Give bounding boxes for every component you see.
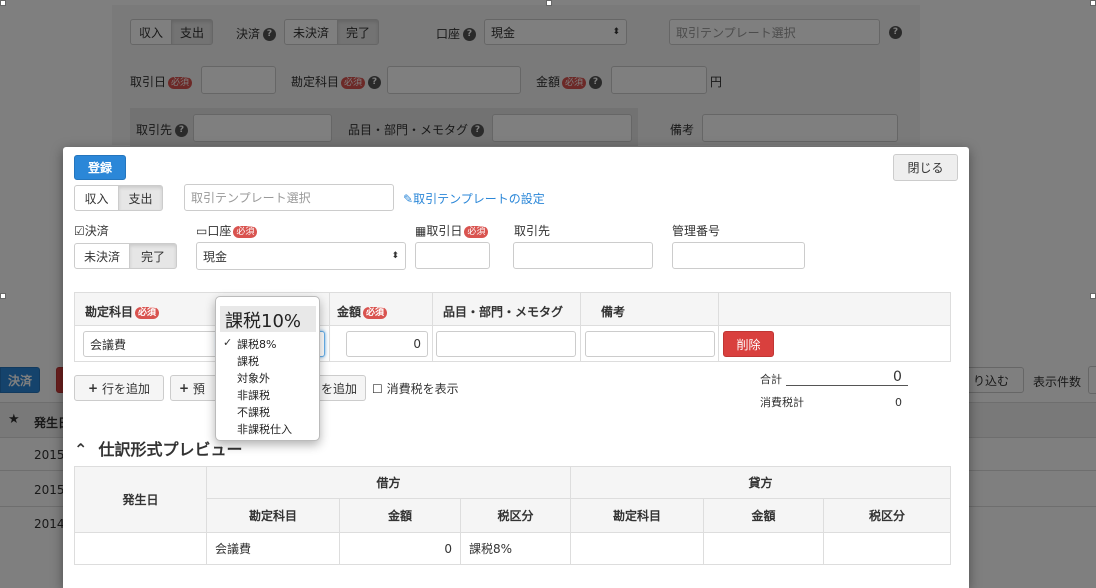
preview-debit-header: 借方 <box>206 466 571 499</box>
total-label: 合計 <box>760 373 782 386</box>
mgmt-number-label: 管理番号 <box>672 224 721 238</box>
mgmt-number-input[interactable] <box>672 242 805 269</box>
preview-sub-header: 勘定科目 <box>570 498 704 533</box>
preview-cell <box>74 532 207 565</box>
preview-cell <box>703 532 824 565</box>
amount-header: 金額 必須 <box>337 303 388 320</box>
preview-cell <box>570 532 704 565</box>
resize-handle[interactable] <box>546 0 552 6</box>
tax-dropdown-title: 課税10% <box>225 311 302 332</box>
memo-header: 備考 <box>601 305 626 319</box>
preview-sub-header: 金額 <box>339 498 461 533</box>
total-value: 0 <box>893 369 902 385</box>
resize-handle[interactable] <box>1090 0 1096 6</box>
partner-input[interactable] <box>513 242 653 269</box>
divider <box>786 385 908 386</box>
check-icon: ✓ <box>223 336 233 349</box>
tax-option[interactable]: 不課税 <box>237 404 270 420</box>
tax-option[interactable]: 非課税 <box>237 387 270 403</box>
tax-option[interactable]: 非課税仕入 <box>237 421 292 437</box>
template-select[interactable]: 取引テンプレート選択 <box>184 184 394 211</box>
checkbox-icon: ☑ <box>74 224 85 238</box>
resize-handle[interactable] <box>0 0 6 6</box>
entry-table: 勘定科目 必須 金額 必須 品目・部門・メモタグ 備考 会議費 0 削除 <box>74 292 951 362</box>
item-tag-input[interactable] <box>436 331 576 357</box>
type-toggle[interactable]: 収入 支出 <box>74 185 163 211</box>
account-label: ▭口座 必須 <box>196 222 258 239</box>
divider <box>329 293 330 361</box>
unsettled-button[interactable]: 未決済 <box>74 243 130 269</box>
divider <box>580 293 581 361</box>
income-button[interactable]: 収入 <box>74 185 119 211</box>
checkbox-icon[interactable]: ☐ <box>372 382 383 396</box>
expense-button[interactable]: 支出 <box>118 185 163 211</box>
card-icon: ▭ <box>196 224 208 238</box>
close-button[interactable]: 閉じる <box>893 154 958 181</box>
item-tag-header: 品目・部門・メモタグ <box>443 305 564 319</box>
preview-date-header: 発生日 <box>74 466 207 533</box>
edit-icon: ✎ <box>403 192 414 206</box>
add-row-button[interactable]: + 行を追加 <box>74 375 164 401</box>
plus-icon: + <box>179 381 190 395</box>
preview-sub-header: 勘定科目 <box>206 498 340 533</box>
settled-button[interactable]: 完了 <box>129 243 177 269</box>
settlement-label: ☑決済 <box>74 224 109 238</box>
tax-option[interactable]: 課税8% <box>237 336 276 352</box>
resize-handle[interactable] <box>1090 293 1096 299</box>
transaction-modal: 登録 閉じる 収入 支出 取引テンプレート選択 ✎取引テンプレートの設定 ☑決済… <box>63 147 969 588</box>
tax-total-value: 0 <box>895 396 902 409</box>
template-settings-link[interactable]: ✎取引テンプレートの設定 <box>403 190 545 207</box>
resize-handle[interactable] <box>0 293 6 299</box>
partner-label: 取引先 <box>514 224 551 238</box>
divider <box>718 293 719 361</box>
plus-icon: + <box>88 381 99 395</box>
memo-input[interactable] <box>585 331 715 357</box>
tax-option[interactable]: 課税 <box>237 353 259 369</box>
show-tax-checkbox[interactable]: ☐ 消費税を表示 <box>372 380 459 397</box>
preview-cell: 0 <box>339 532 461 565</box>
tax-total-label: 消費税計 <box>760 396 804 409</box>
tax-option[interactable]: 対象外 <box>237 370 270 386</box>
tax-category-dropdown[interactable]: 課税10% ✓ 課税8% 課税 対象外 非課税 不課税 非課税仕入 <box>215 296 320 441</box>
account-item-input[interactable]: 会議費 <box>83 331 223 357</box>
amount-input[interactable]: 0 <box>346 331 428 357</box>
account-item-header: 勘定科目 必須 <box>85 303 160 320</box>
date-input[interactable] <box>415 242 490 269</box>
preview-sub-header: 税区分 <box>823 498 951 533</box>
date-label: ▦取引日 必須 <box>415 222 489 239</box>
account-select[interactable]: 現金 ⬍ <box>196 242 406 270</box>
calendar-icon: ▦ <box>415 224 427 238</box>
preview-cell: 会議費 <box>206 532 340 565</box>
preview-sub-header: 税区分 <box>460 498 571 533</box>
preview-table: 発生日 借方 貸方 勘定科目 金額 税区分 勘定科目 金額 税区分 会議費 0 … <box>74 466 951 565</box>
preview-credit-header: 貸方 <box>570 466 951 499</box>
preview-cell <box>823 532 951 565</box>
register-button[interactable]: 登録 <box>74 155 126 180</box>
chevron-up-icon[interactable]: ⌃ <box>74 440 87 459</box>
preview-cell: 課税8% <box>460 532 571 565</box>
select-arrows-icon: ⬍ <box>391 251 399 261</box>
delete-row-button[interactable]: 削除 <box>723 331 774 357</box>
settlement-toggle[interactable]: 未決済 完了 <box>74 243 177 269</box>
divider <box>432 293 433 361</box>
preview-sub-header: 金額 <box>703 498 824 533</box>
